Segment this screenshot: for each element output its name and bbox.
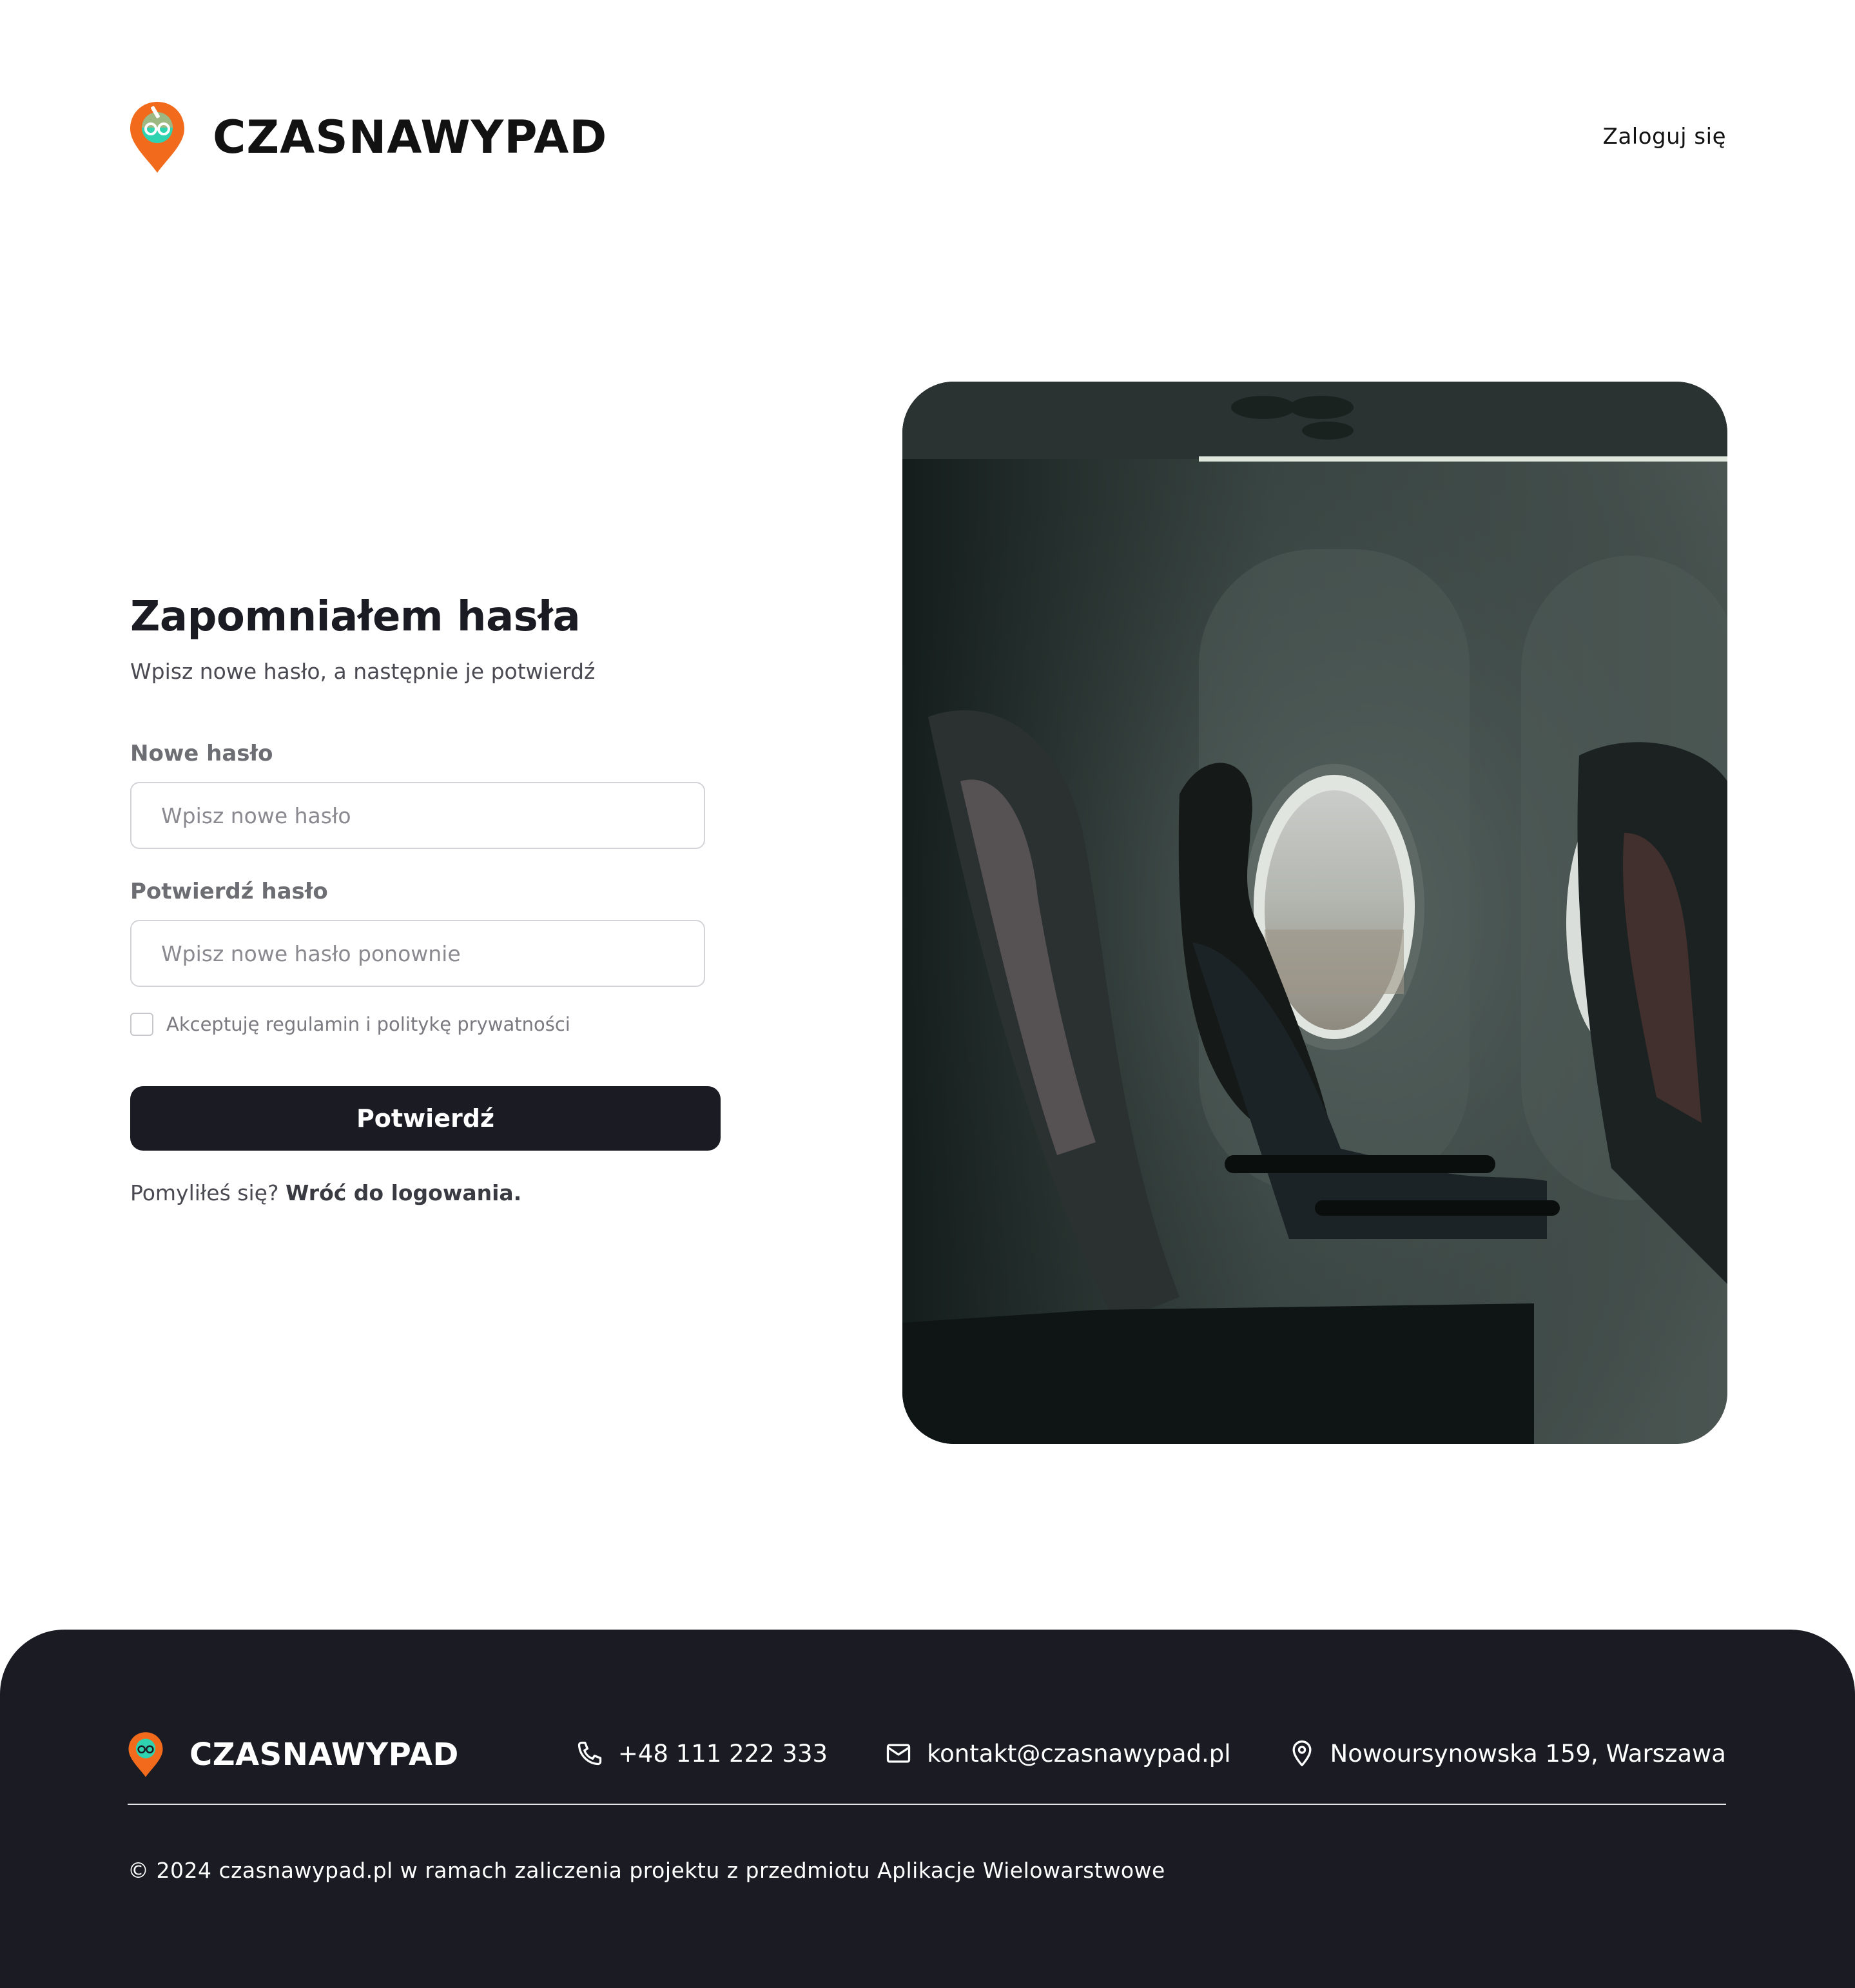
brand-logo[interactable]: CZASNAWYPAD <box>129 101 607 174</box>
confirm-password-label: Potwierdź hasło <box>130 879 328 904</box>
footer-divider <box>128 1804 1726 1805</box>
footer-brand-logo[interactable]: CZASNAWYPAD <box>128 1731 459 1778</box>
footer-copyright: © 2024 czasnawypad.pl w ramach zaliczeni… <box>128 1858 1165 1883</box>
footer: CZASNAWYPAD +48 111 222 333 kontakt@czas… <box>0 1630 1855 1988</box>
reset-password-form: Zapomniałem hasła Wpisz nowe hasło, a na… <box>130 593 723 1205</box>
footer-email[interactable]: kontakt@czasnawypad.pl <box>884 1739 1231 1768</box>
map-pin-glasses-icon <box>130 102 184 173</box>
page-title: Zapomniałem hasła <box>130 593 581 641</box>
back-prefix: Pomyliłeś się? <box>130 1180 279 1205</box>
terms-checkbox[interactable] <box>130 1013 153 1036</box>
terms-row: Akceptuję regulamin i politykę prywatnoś… <box>130 1013 723 1036</box>
footer-address[interactable]: Nowoursynowska 159, Warszawa <box>1288 1739 1726 1768</box>
street-address: Nowoursynowska 159, Warszawa <box>1330 1739 1726 1768</box>
login-link[interactable]: Zaloguj się <box>1603 124 1726 150</box>
page-subtitle: Wpisz nowe hasło, a następnie je potwier… <box>130 659 596 684</box>
back-to-login-link[interactable]: Wróć do logowania. <box>286 1180 521 1205</box>
header: CZASNAWYPAD Zaloguj się <box>0 0 1855 284</box>
footer-contacts: +48 111 222 333 kontakt@czasnawypad.pl N… <box>576 1739 1726 1768</box>
confirm-password-input[interactable] <box>130 920 705 987</box>
airplane-cabin-photo <box>902 382 1727 1444</box>
map-pin-icon <box>1292 1740 1312 1766</box>
phone-icon <box>578 1741 601 1766</box>
footer-brand-name: CZASNAWYPAD <box>189 1737 459 1773</box>
terms-label[interactable]: Akceptuję regulamin i politykę prywatnoś… <box>166 1013 570 1035</box>
new-password-label: Nowe hasło <box>130 741 273 766</box>
back-to-login-text: Pomyliłeś się? Wróć do logowania. <box>130 1180 723 1205</box>
mail-icon <box>886 1744 911 1763</box>
footer-phone[interactable]: +48 111 222 333 <box>576 1739 828 1768</box>
new-password-input[interactable] <box>130 782 705 849</box>
map-pin-glasses-icon <box>128 1732 163 1777</box>
confirm-button[interactable]: Potwierdź <box>130 1086 721 1151</box>
airplane-cabin-illustration <box>902 382 1727 1444</box>
email-address: kontakt@czasnawypad.pl <box>927 1739 1231 1768</box>
brand-name: CZASNAWYPAD <box>213 111 608 164</box>
phone-number: +48 111 222 333 <box>617 1739 828 1768</box>
